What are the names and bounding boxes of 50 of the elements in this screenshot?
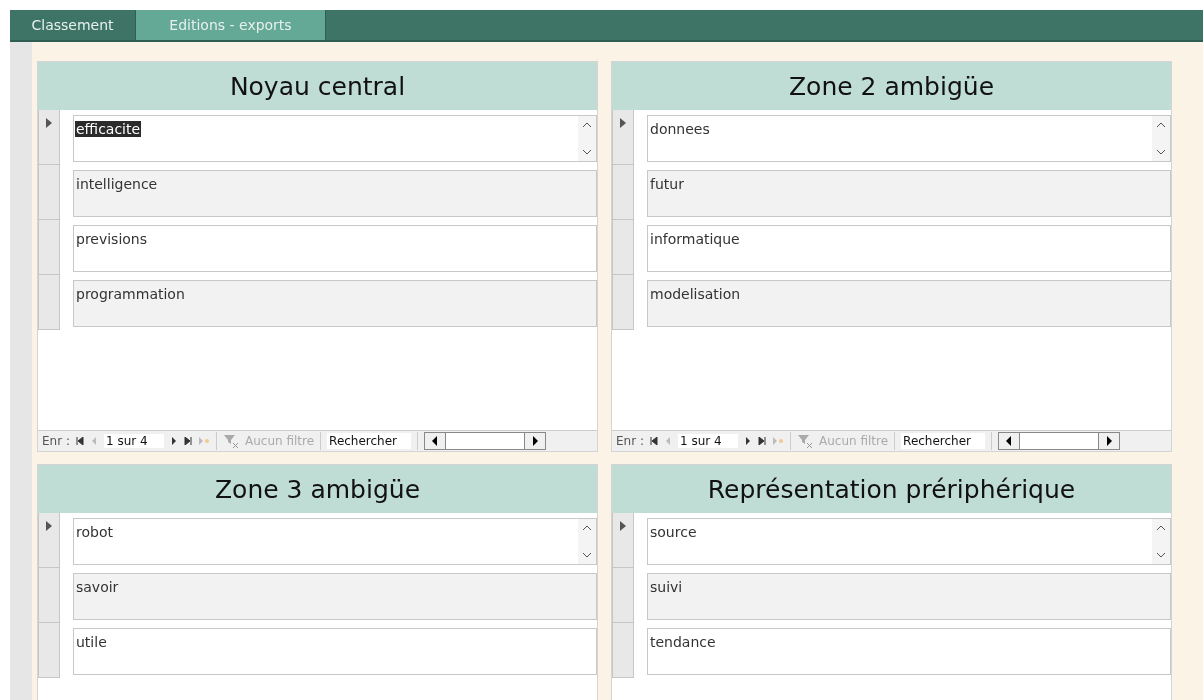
current-record-icon [46,118,52,128]
horizontal-scrollbar[interactable] [998,432,1121,450]
panel-title: Représentation prériphérique [612,465,1171,513]
filter-icon[interactable] [223,434,239,448]
text-field[interactable]: modelisation [647,280,1171,327]
record-selector[interactable] [612,513,634,568]
text-field[interactable]: utile [73,628,597,675]
text-field[interactable]: previsions [73,225,597,272]
record-selector[interactable] [612,110,634,165]
horizontal-scrollbar[interactable] [424,432,547,450]
panel-title: Zone 2 ambigüe [612,62,1171,110]
text-field[interactable]: futur [647,170,1171,217]
scroll-down-icon[interactable] [582,149,592,155]
scroll-up-icon[interactable] [1156,122,1166,128]
scroll-down-icon[interactable] [1156,149,1166,155]
text-field[interactable]: programmation [73,280,597,327]
record-label: Enr : [42,434,70,448]
record-position-field[interactable]: 1 sur 4 [678,434,738,448]
current-record-icon [46,521,52,531]
text-field[interactable]: suivi [647,573,1171,620]
last-record-icon[interactable] [758,437,766,445]
text-field[interactable]: intelligence [73,170,597,217]
text-field[interactable]: efficacite [73,115,597,162]
text-field[interactable]: tendance [647,628,1171,675]
search-field[interactable]: Rechercher [901,433,986,449]
record-selector[interactable] [38,110,60,165]
first-record-icon[interactable] [650,437,658,445]
first-record-icon[interactable] [76,437,84,445]
search-field[interactable]: Rechercher [327,433,412,449]
record-position-field[interactable]: 1 sur 4 [104,434,164,448]
scroll-up-icon[interactable] [1156,525,1166,531]
next-record-icon[interactable] [744,437,752,445]
last-record-icon[interactable] [184,437,192,445]
scroll-up-icon[interactable] [582,525,592,531]
current-record-icon [620,521,626,531]
text-field[interactable]: donnees [647,115,1171,162]
text-field[interactable]: informatique [647,225,1171,272]
text-field[interactable]: robot [73,518,597,565]
panel-title: Zone 3 ambigüe [38,465,597,513]
current-record-icon [620,118,626,128]
record-label: Enr : [616,434,644,448]
next-record-icon[interactable] [170,437,178,445]
text-field[interactable]: source [647,518,1171,565]
record-selector[interactable] [38,513,60,568]
scroll-down-icon[interactable] [1156,552,1166,558]
scroll-down-icon[interactable] [582,552,592,558]
scroll-up-icon[interactable] [582,122,592,128]
panel-title: Noyau central [38,62,597,110]
filter-icon[interactable] [797,434,813,448]
text-field[interactable]: savoir [73,573,597,620]
